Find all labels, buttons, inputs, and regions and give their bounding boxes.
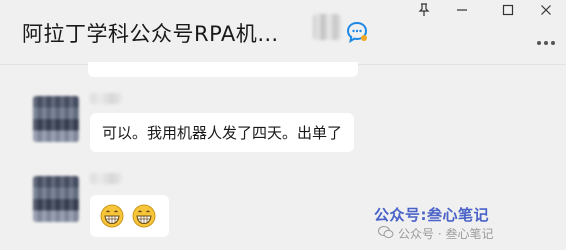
blurred-sender-name xyxy=(90,173,122,184)
pin-icon xyxy=(418,3,430,16)
more-options-icon[interactable] xyxy=(534,33,558,53)
grinning-face-icon xyxy=(100,204,124,228)
message-bubble[interactable]: 可以。我用机器人发了四天。出单了 xyxy=(90,113,355,152)
minimize-button[interactable] xyxy=(444,0,480,20)
chat-title[interactable]: 阿拉丁学科公众号RPA机… xyxy=(22,18,279,48)
message-text: 可以。我用机器人发了四天。出单了 xyxy=(102,124,343,142)
grinning-face-icon xyxy=(132,204,156,228)
avatar[interactable] xyxy=(33,96,79,142)
pin-button[interactable] xyxy=(406,0,442,20)
blurred-sender-name xyxy=(90,93,122,104)
avatar[interactable] xyxy=(33,176,79,222)
minimize-icon xyxy=(457,9,467,11)
maximize-button[interactable] xyxy=(490,0,526,20)
watermark-title: 公众号:叁心笔记 xyxy=(374,206,489,224)
wechat-logo-icon xyxy=(378,226,394,239)
emoji-message-bubble[interactable] xyxy=(90,195,169,237)
watermark-subtitle: 公众号 · 叁心笔记 xyxy=(398,227,494,241)
chat-bubble-icon[interactable] xyxy=(345,20,369,44)
close-icon xyxy=(541,5,551,15)
close-button[interactable] xyxy=(528,0,564,20)
previous-message-bubble[interactable] xyxy=(88,62,358,77)
blurred-title-fragment xyxy=(313,14,341,40)
chat-header: 阿拉丁学科公众号RPA机… xyxy=(0,0,566,64)
maximize-icon xyxy=(502,4,514,16)
